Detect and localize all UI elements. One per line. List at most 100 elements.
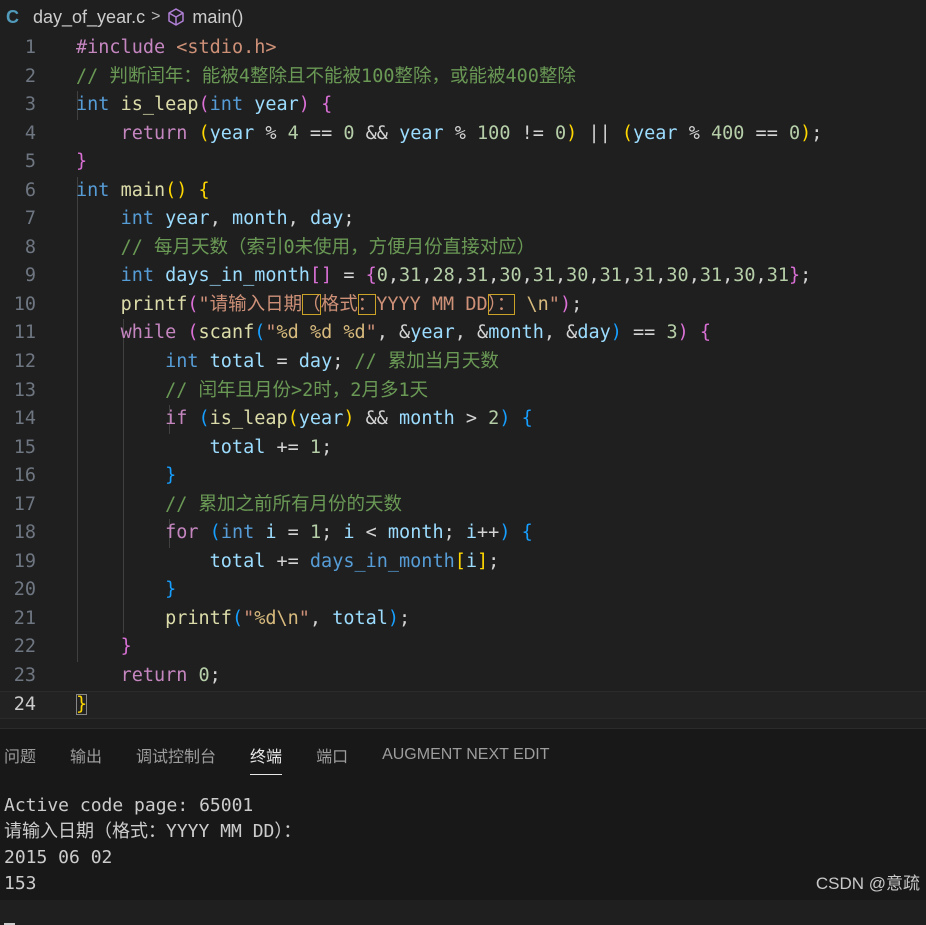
code-token: month — [231, 208, 288, 230]
code-line[interactable]: 2 // 判断闰年：能被4整除且不能被100整除，或能被400整除 — [0, 63, 926, 92]
code-token: total — [332, 607, 388, 629]
code-token: < — [354, 522, 388, 544]
code-line[interactable]: 9 int days_in_month[] = {0,31,28,31,30,3… — [0, 262, 926, 291]
code-text: } — [76, 633, 132, 662]
code-token: } — [165, 579, 177, 601]
line-number: 7 — [24, 208, 36, 230]
code-token: % — [443, 122, 478, 144]
code-line[interactable]: 1 #include <stdio.h> — [0, 34, 926, 63]
code-token: ; — [811, 122, 823, 144]
line-number: 23 — [13, 665, 36, 687]
code-token: [] — [309, 265, 333, 287]
code-token: ( — [621, 122, 634, 144]
terminal-prompt-line[interactable] — [4, 897, 301, 925]
panel-tab[interactable]: 输出 — [70, 739, 102, 771]
code-token: ++ — [477, 522, 500, 544]
code-token: 0 — [198, 665, 210, 687]
code-line[interactable]: 20 } — [0, 576, 926, 605]
breadcrumb-symbol[interactable]: main() — [192, 7, 243, 28]
code-line[interactable]: 17 // 累加之前所有月份的天数 — [0, 490, 926, 520]
panel-tab[interactable]: 端口 — [316, 739, 348, 771]
code-token: ( — [198, 408, 210, 430]
code-token: // 每月天数（索引0未使用，方便月份直接对应） — [120, 236, 536, 258]
code-token: 28 — [432, 265, 455, 287]
code-token: return — [120, 665, 199, 687]
line-number: 4 — [24, 122, 36, 144]
code-token: ; — [321, 436, 333, 458]
code-token: 31 — [399, 265, 422, 287]
code-line[interactable]: 7 int year, month, day; — [0, 205, 926, 234]
code-line[interactable]: 3 int is_leap(int year) { — [0, 91, 926, 120]
code-token: year — [298, 408, 344, 430]
code-line[interactable]: 19 total += days_in_month[i]; — [0, 547, 926, 577]
code-text: #include <stdio.h> — [76, 34, 277, 63]
code-token: is_leap — [209, 408, 288, 430]
code-token: , — [755, 265, 767, 287]
code-line[interactable]: 6 int main() { — [0, 176, 926, 206]
code-line[interactable]: 10 printf("请输入日期（格式：YYYY MM DD）： \n"); — [0, 290, 926, 320]
code-editor[interactable]: 1 #include <stdio.h> 2 // 判断闰年：能被4整除且不能被100… — [0, 34, 926, 720]
code-line[interactable]: 18 for (int i = 1; i < month; i++) { — [0, 519, 926, 548]
code-token: int — [76, 179, 121, 201]
code-token: += — [265, 550, 310, 572]
code-line[interactable]: 8 // 每月天数（索引0未使用，方便月份直接对应） — [0, 233, 926, 263]
code-token: 400 — [711, 122, 745, 144]
code-line[interactable]: 22 } — [0, 633, 926, 663]
c-file-icon: C — [6, 6, 19, 27]
code-token: int — [209, 94, 255, 116]
code-token: && — [354, 408, 400, 430]
code-token: ) — [387, 607, 400, 629]
code-token: ）： — [487, 293, 516, 315]
code-token: && — [354, 122, 400, 144]
code-token: 30 — [733, 265, 756, 287]
code-token: , — [209, 208, 232, 230]
code-token: , — [588, 265, 600, 287]
code-line[interactable]: 14 if (is_leap(year) && month > 2) { — [0, 405, 926, 434]
terminal-output[interactable]: Active code page: 65001 请输入日期（格式：YYYY MM … — [4, 793, 301, 925]
code-line[interactable]: 24} — [0, 690, 926, 720]
panel-tab[interactable]: 终端 — [250, 739, 283, 775]
code-token: year — [254, 94, 299, 116]
line-number: 12 — [13, 351, 36, 373]
code-token: " — [298, 607, 310, 629]
code-token: day — [298, 351, 333, 373]
code-line[interactable]: 16 } — [0, 462, 926, 491]
code-token: , — [387, 265, 400, 287]
code-token: 31 — [766, 265, 789, 287]
code-token: " — [243, 607, 255, 629]
code-line[interactable]: 15 total += 1; — [0, 433, 926, 463]
line-number: 9 — [24, 265, 36, 287]
panel-tab[interactable]: AUGMENT NEXT EDIT — [382, 742, 549, 768]
terminal-cursor — [4, 897, 15, 925]
code-line[interactable]: 21 printf("%d\n", total); — [0, 604, 926, 634]
code-token: 30 — [666, 265, 689, 287]
code-line[interactable]: 4 return (year % 4 == 0 && year % 100 !=… — [0, 120, 926, 149]
code-token: int — [165, 351, 210, 373]
code-line[interactable]: 11 while (scanf("%d %d %d", &year, &mont… — [0, 319, 926, 349]
code-token: ; — [399, 607, 411, 629]
code-line[interactable]: 5} — [0, 148, 926, 177]
code-text: } — [76, 148, 87, 177]
code-line[interactable]: 23 return 0; — [0, 662, 926, 691]
breadcrumb-file[interactable]: day_of_year.c — [33, 7, 145, 28]
code-line[interactable]: 12 int total = day; // 累加当月天数 — [0, 348, 926, 377]
code-text: } — [76, 462, 176, 491]
code-token: ( — [287, 408, 299, 430]
code-token: i — [465, 522, 478, 544]
panel-tab[interactable]: 问题 — [4, 739, 36, 771]
panel-tab[interactable]: 调试控制台 — [136, 739, 216, 771]
line-number: 5 — [24, 151, 36, 173]
line-number: 20 — [13, 579, 36, 601]
code-token: int — [76, 94, 121, 116]
code-line[interactable]: 13 // 闰年且月份>2时，2月多1天 — [0, 376, 926, 406]
code-token: 4 — [287, 122, 299, 144]
code-token: % — [254, 122, 288, 144]
code-token: year — [399, 122, 444, 144]
code-token: year — [209, 122, 255, 144]
